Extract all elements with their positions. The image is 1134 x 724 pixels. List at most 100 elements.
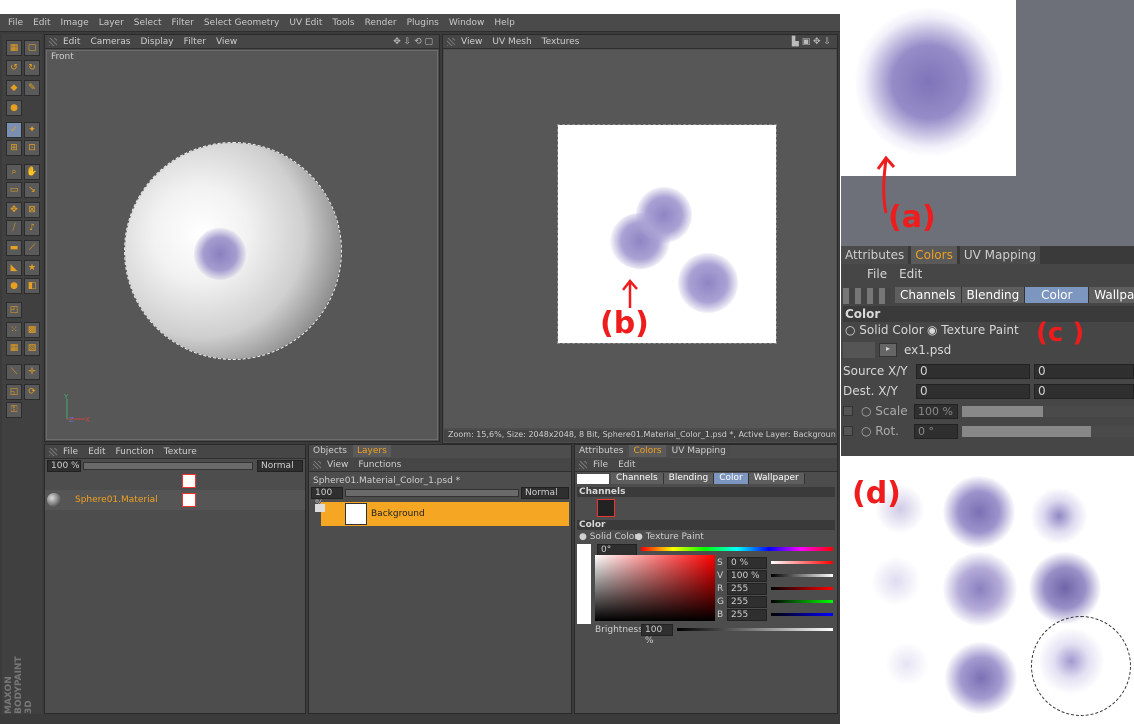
current-color-swatch-small[interactable] (577, 544, 591, 624)
lasso-icon[interactable]: ↘ (24, 182, 40, 198)
material-mode-select[interactable]: Normal (257, 460, 303, 472)
material-channel-icon[interactable] (182, 474, 196, 488)
transform-icon[interactable]: ⊠ (24, 202, 40, 218)
zoom-menu-edit[interactable]: Edit (899, 267, 922, 281)
zoom-tab-attributes[interactable]: Attributes (841, 246, 909, 264)
menu-image[interactable]: Image (61, 18, 89, 28)
material-zoom-field[interactable]: 100 % (47, 460, 81, 472)
rect-select-icon[interactable]: ▭ (6, 182, 22, 198)
tv-menu-view[interactable]: View (461, 37, 482, 47)
menu-help[interactable]: Help (494, 18, 515, 28)
menu-layer[interactable]: Layer (99, 18, 124, 28)
r-slider-small[interactable] (771, 587, 833, 590)
zoom-radio-solid-color[interactable]: ○ Solid Color (845, 323, 924, 337)
redo-icon[interactable]: ↻ (24, 60, 40, 76)
zoom-menu-file[interactable]: File (867, 267, 887, 281)
eraser-icon[interactable]: ▬ (6, 240, 22, 256)
color-swatch-icon[interactable]: ● (6, 278, 22, 294)
seg-blending-small[interactable]: Blending (663, 473, 715, 484)
render-icon[interactable]: ◆ (6, 80, 22, 96)
layers-opacity-field[interactable]: 100 % (311, 487, 343, 509)
zoom-seg-wallpaper[interactable]: Wallpaper (1089, 287, 1134, 303)
tab-colors-small[interactable]: Colors (629, 445, 666, 457)
layer-visibility-icon[interactable] (315, 504, 325, 512)
menu-filter[interactable]: Filter (172, 18, 194, 28)
seg-channels-small[interactable]: Channels (611, 473, 664, 484)
hue-slider-small[interactable] (641, 547, 833, 551)
material-texture-swatch[interactable] (182, 493, 196, 507)
vp-menu-edit[interactable]: Edit (63, 37, 80, 47)
pen-icon[interactable]: ✎ (24, 80, 40, 96)
zoom-texture-slot[interactable] (843, 342, 875, 358)
uv-edit-icon[interactable]: ◰ (6, 302, 22, 318)
menu-tools[interactable]: Tools (332, 18, 354, 28)
b-slider-small[interactable] (771, 613, 833, 616)
brush-icon[interactable]: ⧸ (6, 220, 22, 236)
uv-polys-icon[interactable]: ▩ (24, 322, 40, 338)
mat-menu-file[interactable]: File (63, 447, 78, 457)
zoom-tab-uv-mapping[interactable]: UV Mapping (959, 246, 1041, 264)
vp-menu-filter[interactable]: Filter (184, 37, 206, 47)
material-row[interactable]: Sphere01.Material (45, 490, 305, 510)
zoom-rot-field[interactable]: 0 ° (914, 424, 958, 439)
tv-menu-uv-mesh[interactable]: UV Mesh (492, 37, 531, 47)
v-slider-small[interactable] (771, 574, 833, 577)
layer-row-background[interactable]: Background (315, 502, 569, 526)
vp-menu-cameras[interactable]: Cameras (90, 37, 130, 47)
zoom-scale-field[interactable]: 100 % (914, 404, 958, 419)
texture-canvas[interactable] (557, 124, 777, 344)
new-texture-icon[interactable]: ▦ (6, 40, 22, 56)
layer-name[interactable]: Background (371, 509, 425, 519)
channel-swatch-small[interactable] (597, 499, 615, 517)
vp-menu-display[interactable]: Display (140, 37, 173, 47)
layers-blend-select[interactable]: Normal (521, 487, 569, 499)
projection-icon[interactable]: ✦ (24, 122, 40, 138)
b-field-small[interactable]: 255 (727, 609, 767, 621)
uv-relax-icon[interactable]: ▧ (24, 340, 40, 356)
fill-icon[interactable]: ◣ (6, 260, 22, 276)
undo-icon[interactable]: ↺ (6, 60, 22, 76)
knife-icon[interactable]: ⟍ (6, 364, 22, 380)
material-zoom-slider[interactable] (83, 462, 253, 470)
uv-icon[interactable]: ⊡ (24, 140, 40, 156)
menu-window[interactable]: Window (449, 18, 485, 28)
s-field-small[interactable]: 0 % (727, 557, 767, 569)
zoom-seg-color[interactable]: Color (1025, 287, 1090, 303)
menu-select[interactable]: Select (134, 18, 162, 28)
brightness-slider-small[interactable] (677, 628, 833, 631)
viewport-nav-icons[interactable]: ✥ ⇩ ⟲ ▢ (393, 37, 433, 47)
uv-points-icon[interactable]: ⁙ (6, 322, 22, 338)
menu-plugins[interactable]: Plugins (407, 18, 439, 28)
seg-color-small[interactable]: Color (714, 473, 749, 484)
menu-render[interactable]: Render (365, 18, 397, 28)
tab-objects[interactable]: Objects (309, 445, 352, 457)
uv-grid-icon[interactable]: ▦ (6, 340, 22, 356)
zoom-rot-slider[interactable] (962, 426, 1134, 437)
brightness-field-small[interactable]: 100 % (641, 624, 673, 646)
texture-view-nav-icons[interactable]: ▙ ▣ ✥ ⇩ (792, 37, 831, 47)
zoom-texture-play-icon[interactable]: ▸ (879, 343, 897, 357)
attr-menu-file-small[interactable]: File (593, 460, 608, 470)
menu-edit[interactable]: Edit (33, 18, 50, 28)
radio-solid-color-small[interactable]: ● Solid Color (579, 532, 638, 542)
mat-menu-texture[interactable]: Texture (164, 447, 197, 457)
color-field-small[interactable] (595, 555, 715, 621)
zoom-source-x[interactable]: 0 (916, 364, 1030, 379)
tab-uv-mapping-small[interactable]: UV Mapping (667, 445, 730, 457)
eyedropper-icon[interactable]: ⟋ (24, 240, 40, 256)
layer-icon[interactable]: ⊞ (6, 140, 22, 156)
zoom-dest-y[interactable]: 0 (1034, 384, 1134, 399)
tv-menu-textures[interactable]: Textures (542, 37, 580, 47)
swap-colors-icon[interactable]: ◧ (24, 278, 40, 294)
mat-menu-function[interactable]: Function (116, 447, 154, 457)
zoom-rot-checkbox[interactable] (843, 426, 853, 436)
zoom-seg-blending[interactable]: Blending (961, 287, 1026, 303)
tab-attributes-small[interactable]: Attributes (575, 445, 628, 457)
radio-texture-paint-small[interactable]: ● Texture Paint (635, 532, 704, 542)
star-icon[interactable]: ★ (24, 260, 40, 276)
layers-opacity-slider[interactable] (345, 489, 519, 497)
layers-menu-view[interactable]: View (327, 460, 348, 470)
seg-wallpaper-small[interactable]: Wallpaper (748, 473, 805, 484)
v-field-small[interactable]: 100 % (727, 570, 767, 582)
magnify-icon[interactable]: ⌕ (6, 164, 22, 180)
